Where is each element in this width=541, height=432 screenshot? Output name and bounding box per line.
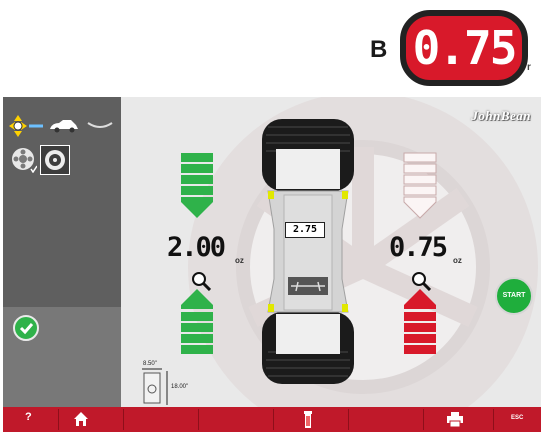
- toolbar-divider: [423, 409, 424, 430]
- toolbar-divider: [493, 409, 494, 430]
- checkmark-icon: [19, 323, 34, 335]
- balance-weight-icon[interactable]: [303, 411, 313, 428]
- help-button[interactable]: ?: [25, 411, 32, 423]
- brand-logo: JohnBean: [471, 108, 531, 123]
- weight-clip-icon[interactable]: [87, 119, 113, 131]
- toolbar-divider: [58, 409, 59, 430]
- right-down-arrow-indicator: [403, 152, 437, 219]
- print-icon[interactable]: [447, 412, 463, 427]
- plane-label: B: [370, 36, 388, 63]
- car-icon[interactable]: [49, 119, 79, 133]
- rim-type-icon[interactable]: [11, 147, 37, 173]
- right-unit: oz: [453, 256, 462, 265]
- left-down-arrow-indicator: [181, 153, 213, 218]
- left-unit: oz: [235, 256, 244, 265]
- toolbar-divider: [123, 409, 124, 430]
- rim-diameter-label: 18.00": [171, 384, 189, 390]
- esc-button[interactable]: ESC: [511, 415, 523, 421]
- toolbar-divider: [198, 409, 199, 430]
- measure-arm-icon[interactable]: [9, 115, 45, 137]
- tire-static-value: 2.75: [285, 222, 325, 238]
- home-icon[interactable]: [73, 411, 89, 427]
- left-imbalance-value: 2.00: [167, 232, 226, 263]
- balancer-screen: JohnBean 2.00 oz 2.75 0.75 oz START 8.50…: [3, 97, 541, 432]
- rim-dimension-icon: [142, 368, 168, 405]
- right-imbalance-value: 0.75: [389, 232, 448, 263]
- toolbar-divider: [273, 409, 274, 430]
- left-up-arrow-indicator: [181, 289, 213, 354]
- start-button[interactable]: START: [495, 277, 533, 315]
- zoomed-imbalance-badge: 0.75: [400, 10, 528, 86]
- sidebar: [3, 97, 121, 407]
- toolbar-divider: [348, 409, 349, 430]
- right-up-arrow-indicator: [404, 289, 436, 354]
- bottom-toolbar: ? ESC: [3, 407, 541, 432]
- wheel-mode-icon[interactable]: [40, 145, 70, 175]
- tire-graphic: [262, 119, 354, 384]
- zoomed-unit-hint: r: [527, 62, 531, 73]
- confirm-check-button[interactable]: [13, 315, 39, 341]
